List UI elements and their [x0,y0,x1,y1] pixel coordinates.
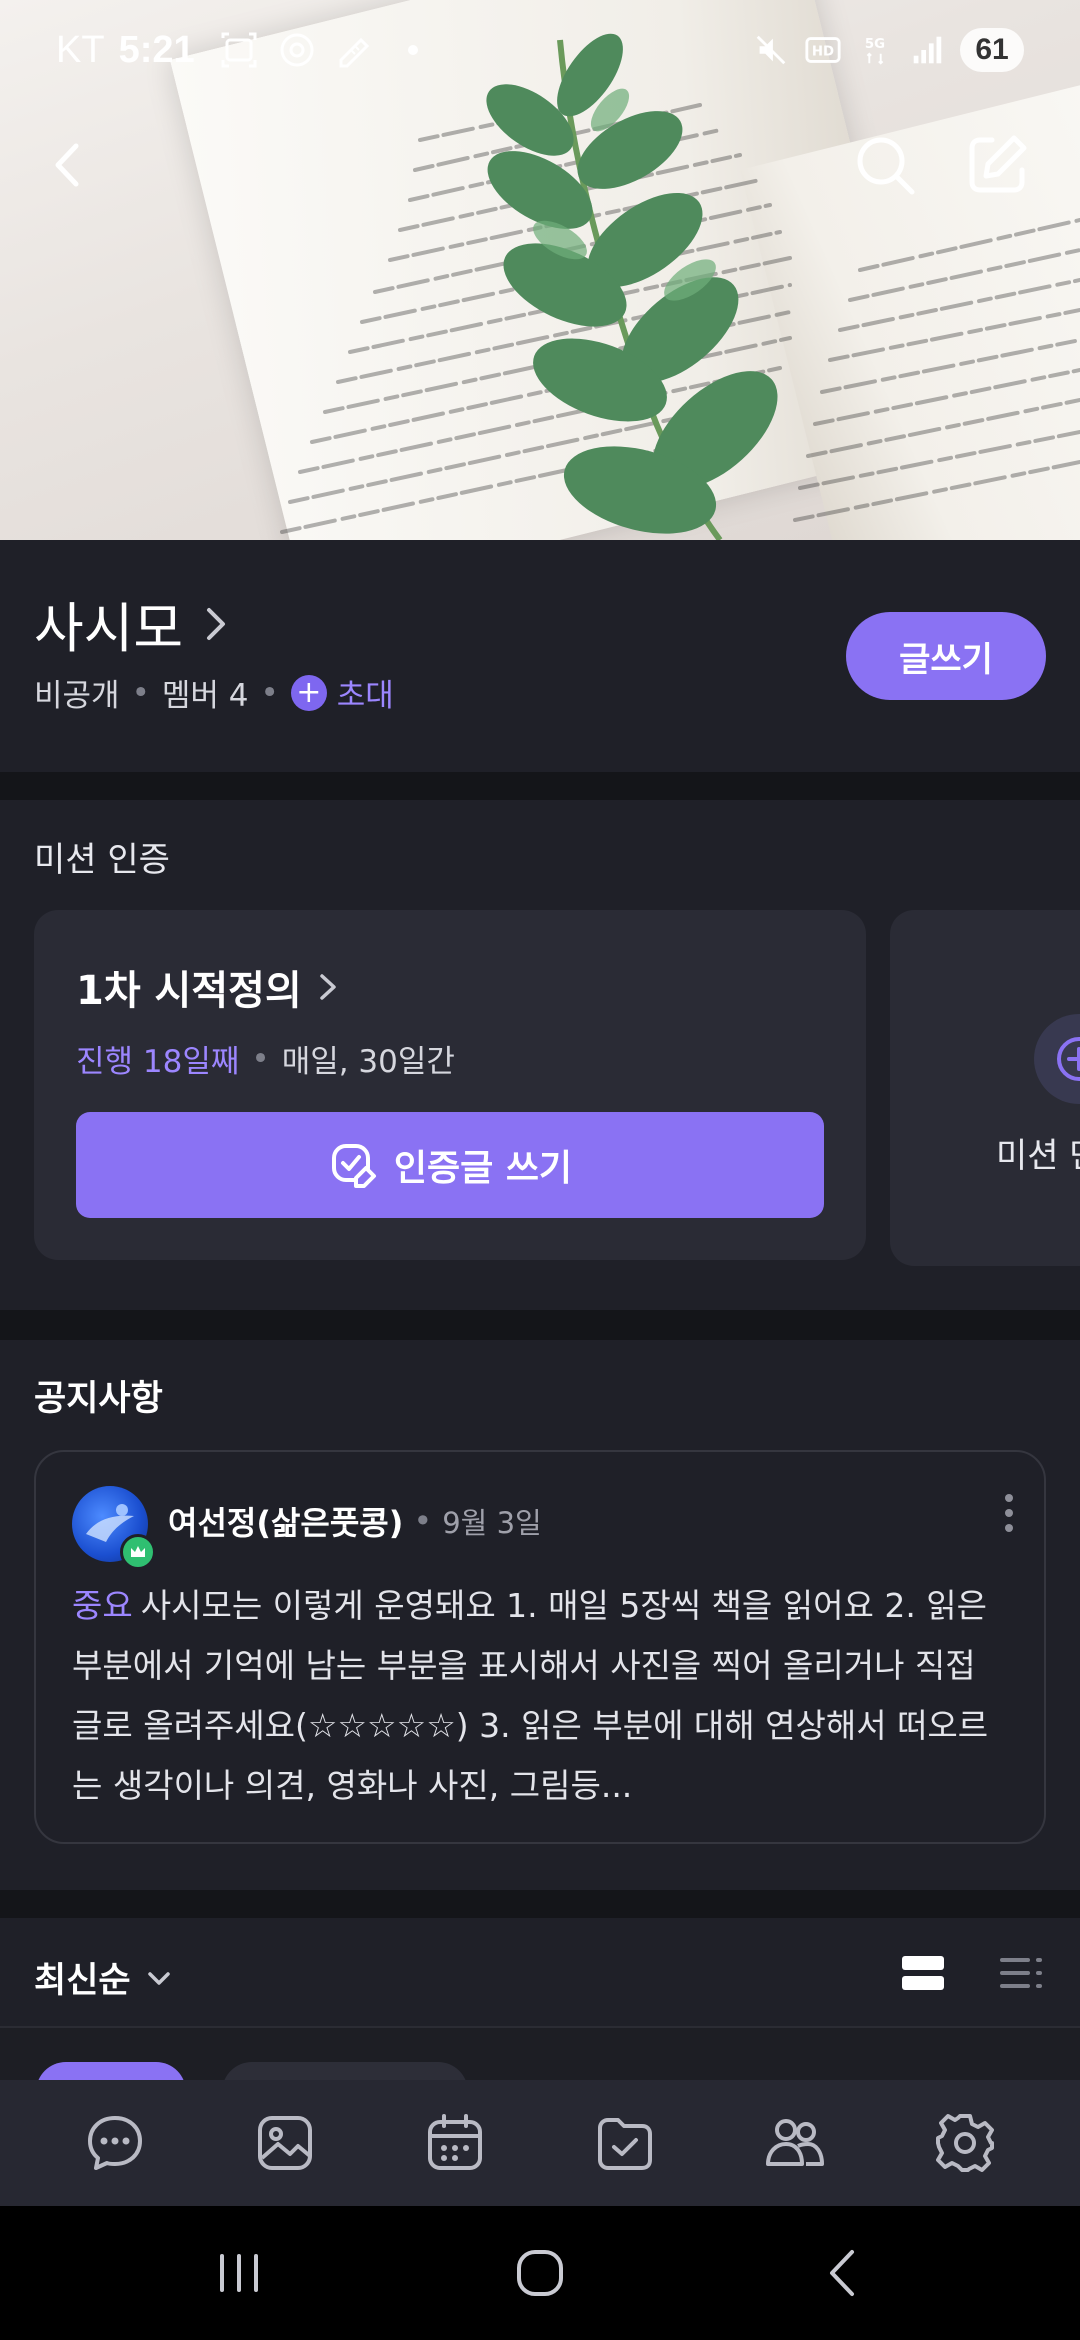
group-name: 사시모 [34,597,184,660]
notice-section: 공지사항 여선정(삶은풋콩) • 9월 3일 중요 사시모는 이렇게 운영돼요 1… [0,1340,1080,1890]
mission-meta: 진행 18일째 • 매일, 30일간 [76,1036,455,1081]
chrome-icon [280,33,314,67]
filter-chip-active[interactable] [36,2062,186,2080]
notification-icons [219,30,433,70]
system-navigation-bar [0,2206,1080,2340]
filter-chip[interactable] [222,2062,468,2080]
avatar[interactable] [72,1486,156,1570]
system-icons: HD 5G 61 [752,28,1024,72]
signal-icon [913,36,942,64]
page: KT 5:21 HD 5G 61 사시모 비공개 • 멤버 4 • + 초대 글… [0,0,1080,2340]
search-button[interactable] [850,130,920,200]
group-header: 사시모 비공개 • 멤버 4 • + 초대 글쓰기 [0,540,1080,772]
plus-icon: + [290,674,327,711]
clock: 5:21 [118,28,195,71]
mission-section-title: 미션 인증 [34,840,170,880]
more-options-button[interactable] [994,1488,1024,1538]
people-icon [766,2119,824,2166]
edit-button[interactable] [962,130,1032,200]
chevron-down-icon [147,1971,170,1985]
list-view-icon [1000,1958,1042,1988]
section-divider [0,1890,1080,1918]
section-divider [0,1310,1080,1340]
visibility-label: 비공개 [34,678,120,714]
home-icon [517,2250,563,2296]
pencil-ruler-icon [339,37,369,68]
screenshot-icon [221,32,257,68]
mission-schedule: 매일, 30일간 [281,1044,455,1080]
post-date: 9월 3일 [442,1506,542,1540]
calendar-tab[interactable] [410,2098,500,2188]
mute-icon [756,35,786,65]
back-button[interactable] [36,132,102,198]
members-tab[interactable] [750,2098,840,2188]
crown-badge-icon [120,1534,156,1570]
write-certification-button[interactable]: 인증글 쓰기 [76,1112,824,1218]
card-view-toggle[interactable] [900,1952,946,1994]
sort-label: 최신순 [34,1961,131,2001]
more-vertical-icon [1005,1494,1013,1532]
post-author-line: 여선정(삶은풋콩) • 9월 3일 [168,1498,542,1544]
invite-button[interactable]: + 초대 [290,670,394,715]
cert-button-label: 인증글 쓰기 [393,1148,573,1189]
sort-dropdown[interactable]: 최신순 [34,1952,173,2003]
chevron-left-icon [55,143,79,187]
notice-card[interactable]: 여선정(삶은풋콩) • 9월 3일 중요 사시모는 이렇게 운영돼요 1. 매일 … [34,1450,1046,1844]
hd-icon: HD [805,37,841,63]
notice-section-title: 공지사항 [34,1379,163,1419]
svg-text:5G: 5G [865,37,885,52]
bottom-tab-bar [0,2080,1080,2206]
mission-title: 1차 시적정의 [76,968,302,1014]
5g-icon: 5G [865,37,885,65]
author-name[interactable]: 여선정(삶은풋콩) [168,1498,403,1544]
top-navigation [0,120,1080,210]
home-button[interactable] [505,2238,575,2308]
status-bar: KT 5:21 HD 5G 61 [0,0,1080,100]
chevron-right-icon [320,974,336,1000]
filter-chips [0,2060,1080,2080]
cover-image: KT 5:21 HD 5G 61 [0,0,1080,540]
mission-progress: 진행 18일째 [76,1044,240,1080]
battery-level: 61 [960,28,1024,72]
recent-apps-icon [220,2254,258,2292]
photo-tab[interactable] [240,2098,330,2188]
settings-tab[interactable] [920,2098,1010,2188]
important-tag: 중요 [72,1586,133,1625]
mission-title-link[interactable]: 1차 시적정의 [76,958,340,1016]
mission-tab[interactable] [580,2098,670,2188]
list-view-toggle[interactable] [998,1952,1044,1994]
group-meta: 비공개 • 멤버 4 • + 초대 [34,670,394,715]
notice-body: 중요 사시모는 이렇게 운영돼요 1. 매일 5장씩 책을 읽어요 2. 읽은 부… [72,1576,1012,1816]
recent-apps-button[interactable] [204,2238,274,2308]
carrier-label: KT [56,28,105,71]
create-mission-label: 미션 만들기 [996,1136,1080,1176]
sort-bar: 최신순 [0,1918,1080,2028]
chevron-right-icon [207,607,226,640]
chat-bubble-icon [88,2116,142,2170]
plus-circle-icon [1057,1037,1080,1081]
dot-icon [407,45,418,55]
search-icon [857,137,915,195]
folder-check-icon [598,2118,652,2170]
create-mission-card[interactable]: 미션 만들기 [890,910,1080,1266]
chat-tab[interactable] [70,2098,160,2188]
add-mission-icon-wrap [1034,1014,1080,1104]
member-count[interactable]: 멤버 4 [162,670,249,715]
group-title-link[interactable]: 사시모 [34,584,233,663]
calendar-icon [428,2114,482,2170]
mission-section: 미션 인증 1차 시적정의 진행 18일째 • 매일, 30일간 인증글 쓰기 … [0,800,1080,1310]
section-divider [0,772,1080,800]
invite-label: 초대 [336,678,394,714]
system-back-button[interactable] [808,2238,878,2308]
image-icon [258,2116,312,2170]
write-post-button[interactable]: 글쓰기 [846,612,1046,700]
svg-text:HD: HD [812,45,834,60]
gear-icon [936,2114,994,2172]
notice-text: 사시모는 이렇게 운영돼요 1. 매일 5장씩 책을 읽어요 2. 읽은 부분에… [72,1586,989,1805]
edit-icon [969,135,1027,193]
mission-card[interactable]: 1차 시적정의 진행 18일째 • 매일, 30일간 인증글 쓰기 [34,910,866,1260]
card-view-icon [902,1956,944,1990]
certify-edit-icon [331,1144,376,1188]
back-arrow-icon [830,2250,854,2296]
